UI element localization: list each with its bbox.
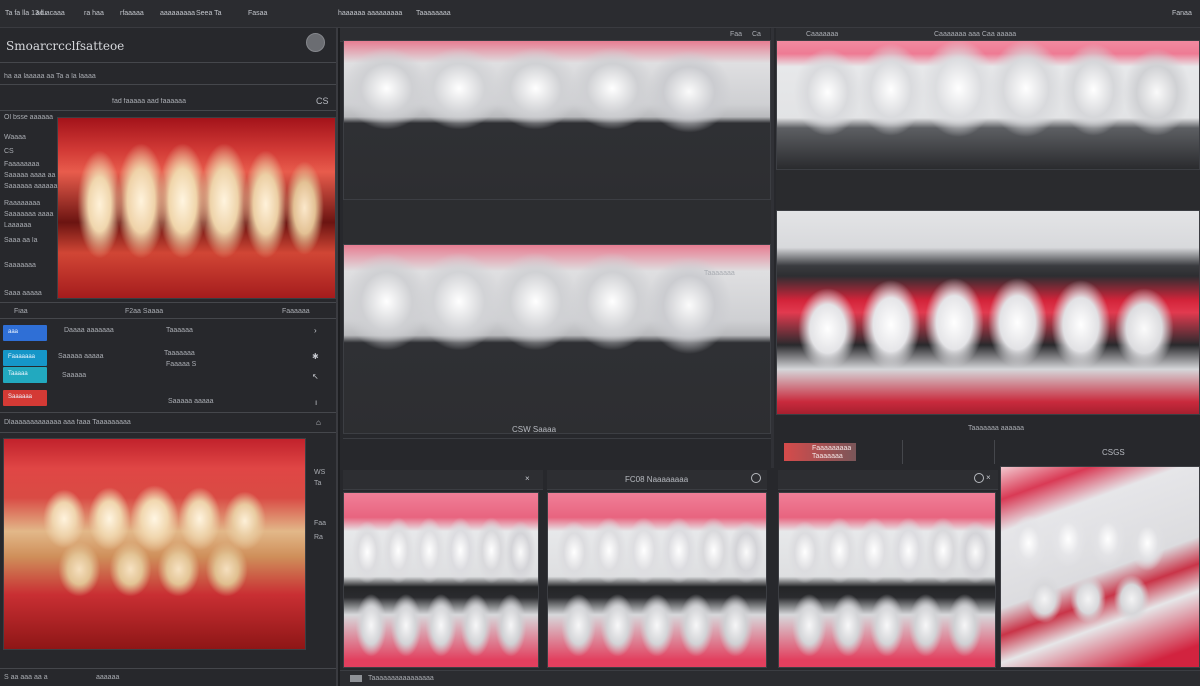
divider [0,412,336,413]
divider [0,668,336,669]
close-icon[interactable]: × [525,474,530,483]
image-badge: CS [316,96,329,106]
pane-header-bottom-1: × [343,470,543,490]
divider [0,84,336,85]
menu-item-2[interactable]: ad acaaa [36,10,65,17]
overlay-label: Saaaaa aaaa aa [4,172,56,179]
thumbnail-view-2[interactable] [547,492,767,668]
overlay-label: Faaaaaaaa [4,161,40,168]
chip-label: Taaaaaaa [812,453,843,460]
divider [0,302,336,303]
action-button-3[interactable]: Taaaaa [3,367,47,383]
side-label: Faa [314,520,327,527]
cursor-icon[interactable]: ↖ [312,372,319,382]
overlay-label: Raaaaaaaa [4,200,41,207]
app-title: Smoarcrcclfsatteoe [6,39,125,53]
search-icon[interactable] [751,473,761,483]
close-icon[interactable]: × [986,473,991,482]
action-button-2[interactable]: Faaaaaaa [3,350,47,366]
row-value: Saaaaa aaaaa [168,398,214,405]
side-label: Ta [314,480,322,487]
status-text: Taaaaaaaaaaaaaaaa [368,675,434,682]
row-value: Faaaaa S [166,361,197,368]
row-label: Daaaa aaaaaaa [64,327,114,334]
divider [902,440,903,464]
divider [994,440,995,464]
bottom-header-right: CSGS [1102,448,1125,457]
divider [0,62,336,63]
intraoral-photo-main[interactable] [57,117,336,299]
menu-item-3[interactable]: ra haa [84,10,104,17]
subtitle-row: ha aa laaaaa aa Ta a la laaaa [4,73,96,80]
header-label: Ca [752,31,761,38]
image-header: fad faaaaa aad faaaaaa [112,98,186,105]
search-icon[interactable] [974,473,984,483]
divider [0,432,336,433]
right-caption: Taaaaaaa aaaaaa [968,425,1025,432]
menu-item-4[interactable]: rfaaaaa [120,10,144,17]
thumbnail-view-3[interactable] [778,492,996,668]
menu-item-7[interactable]: Fasaa [248,10,267,17]
side-label: Ra [314,534,323,541]
overlay-label: Saaaaaaa aaaa [4,211,54,218]
toolbar-label-b: F2aa Saaaa [125,308,164,315]
divider [0,110,336,111]
menu-item-9[interactable]: Taaaaaaaa [416,10,451,17]
viewport-background [343,200,771,244]
side-label: WS [314,469,326,476]
overlay-label: Saaa aaaaa [4,290,42,297]
header-label: Caaaaaaa [806,31,839,38]
status-indicator [350,675,362,682]
chevron-icon[interactable]: › [314,326,317,336]
divider [0,318,336,319]
toolbar-label-c: Faaaaaa [282,308,310,315]
menu-item-6[interactable]: Seea Ta [196,10,222,17]
viewport-background [776,170,1200,210]
overlay-label: CS [4,148,14,155]
split-handle[interactable] [771,28,774,468]
divider [343,438,771,439]
thumbnail-view-1[interactable] [343,492,539,668]
menu-bar: Ta fa lla 13 lu ad acaaa ra haa rfaaaaa … [0,0,1200,28]
info-icon[interactable]: ı [315,398,317,408]
center-caption: CSW Saaaa [512,425,557,434]
left-panel: Smoarcrcclfsatteoe ha aa laaaaa aa Ta a … [0,28,338,686]
overlay-label: Saaaaaaa [4,262,36,269]
header-label: Faa [730,31,743,38]
overlay-label: Waaaa [4,134,26,141]
view-tag: Taaaaaaa [704,270,735,277]
status-text: aaaaaa [96,674,120,681]
color-chip[interactable]: Faaaaaaaaa Taaaaaaa [784,443,856,461]
menu-item-right[interactable]: Fanaa [1172,10,1192,17]
expand-icon[interactable]: ⌂ [316,418,321,428]
3d-smile-view[interactable] [776,210,1200,415]
status-bar: Taaaaaaaaaaaaaaaa [340,670,1200,686]
3d-upper-teeth-view[interactable] [776,40,1200,170]
gear-icon[interactable]: ✱ [312,352,319,362]
overlay-label: Saaaaaa aaaaaa [4,183,58,190]
window-control-button[interactable] [306,33,325,52]
menu-item-5[interactable]: aaaaaaaaa [160,10,195,17]
chip-label: Faaaaaaaaa [812,445,852,452]
row-label: Saaaaa [62,372,87,379]
overlay-label: Saaa aa la [4,237,38,244]
thumbnail-view-4[interactable] [1000,466,1200,668]
3d-arch-upper-view[interactable] [343,40,771,200]
pane-header-bottom-3: × [778,470,998,490]
action-button-4[interactable]: Saaaaaa [3,390,47,406]
bottom-header-title: FC08 Naaaaaaaa [625,475,689,484]
row-value: Taaaaaaa [164,350,195,357]
menu-item-8[interactable]: haaaaaa aaaaaaaaa [338,10,402,17]
action-button-1[interactable]: aaa [3,325,47,341]
footer-label: Dlaaaaaaaaaaaaa aaa faaa Taaaaaaaaa [4,419,131,426]
overlay-label: Ol bsse aaaaaa [4,114,54,121]
status-text: S aa aaa aa a [4,674,48,681]
header-label: Caaaaaaa aaa Caa aaaaa [934,31,1017,38]
intraoral-photo-secondary[interactable] [3,438,306,650]
overlay-label: Laaaaaa [4,222,32,229]
row-label: Saaaaa aaaaa [58,353,104,360]
pane-header-bottom-2: FC08 Naaaaaaaa [547,470,767,490]
row-value: Taaaaaa [166,327,193,334]
toolbar-label-a: Fiaa [14,308,28,315]
